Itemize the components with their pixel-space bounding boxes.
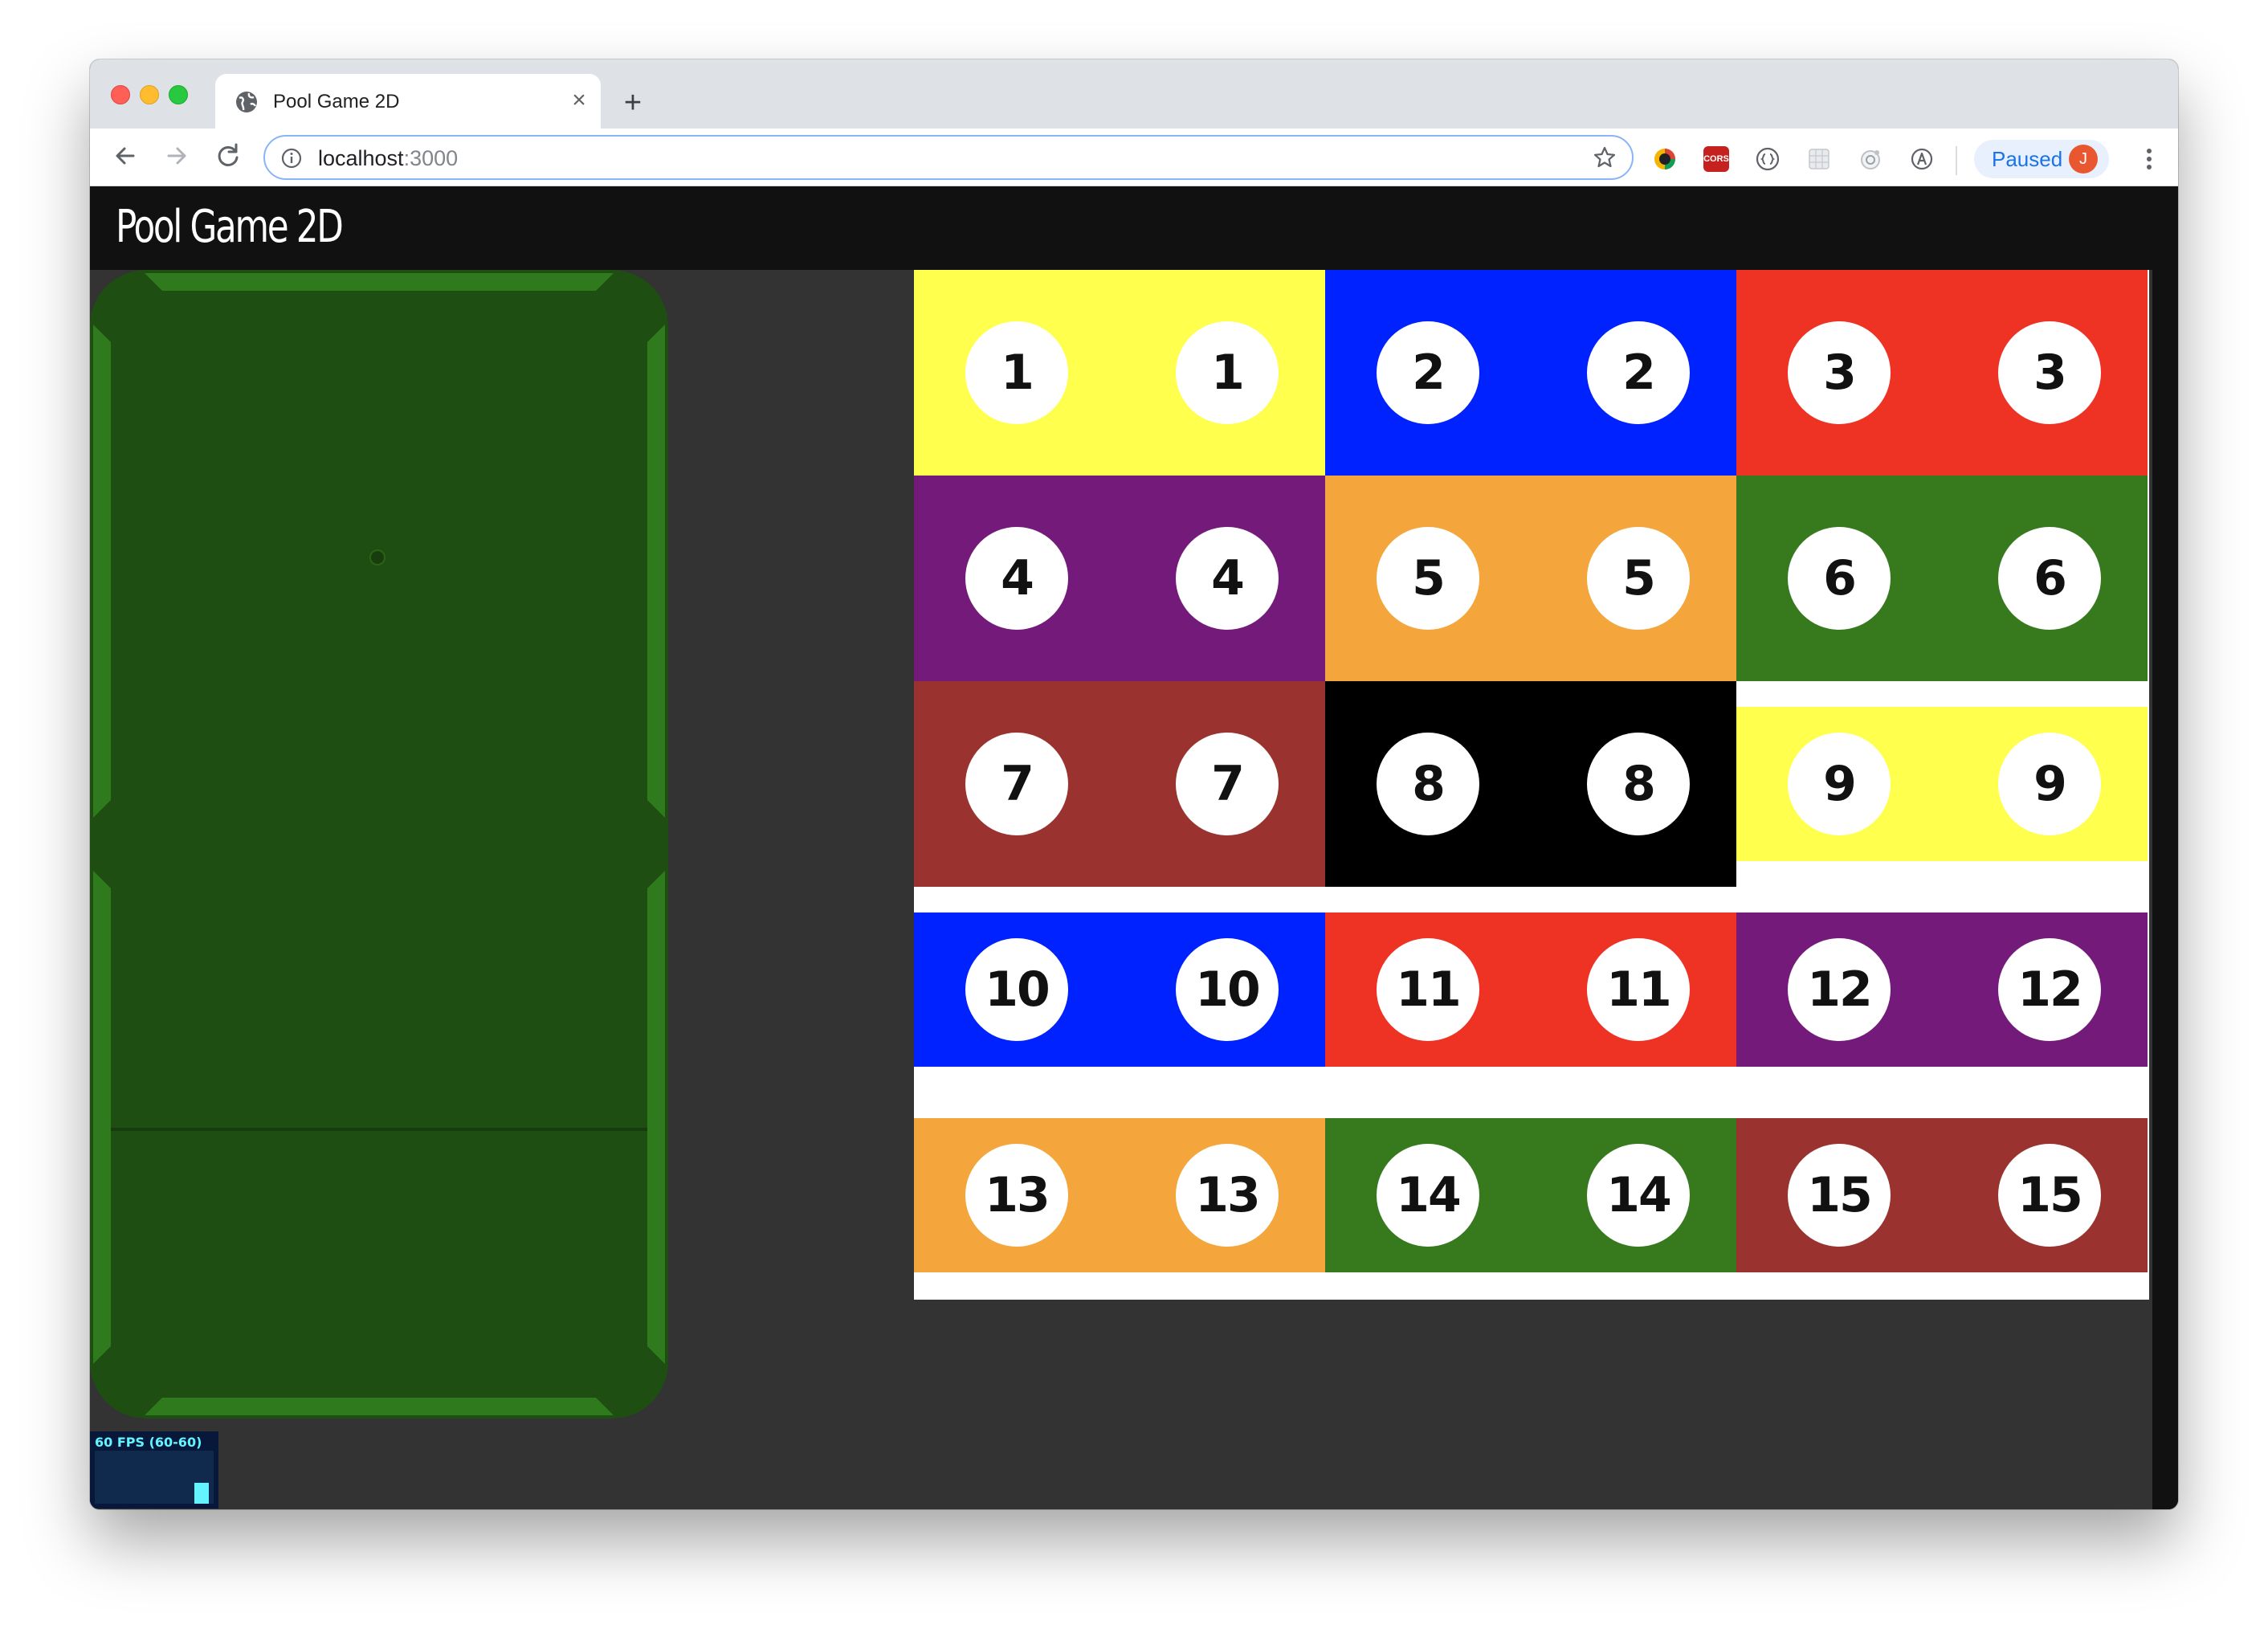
ball-number-13: 13 bbox=[965, 1144, 1068, 1247]
ball-number-3: 3 bbox=[1998, 321, 2101, 424]
ball-number-13: 13 bbox=[1176, 1144, 1279, 1247]
ball-number-15: 15 bbox=[1998, 1144, 2101, 1247]
ball-sprite-14: 14 14 bbox=[1325, 1118, 1736, 1272]
ball-number-4: 4 bbox=[1176, 527, 1279, 630]
ball-sprite-5: 55 bbox=[1325, 476, 1736, 681]
ball-number-7: 7 bbox=[1176, 733, 1279, 835]
fps-bar bbox=[194, 1482, 209, 1504]
globe-icon bbox=[236, 92, 257, 112]
right-upper-cushion bbox=[647, 325, 665, 818]
ball-sprite-1: 11 bbox=[914, 270, 1325, 476]
ball-sprite-10: 10 10 bbox=[914, 912, 1325, 1067]
browser-toolbar: localhost:3000 CORS Paused J bbox=[90, 129, 2178, 186]
ball-number-8: 8 bbox=[1587, 733, 1690, 835]
ball-number-1: 1 bbox=[1176, 321, 1279, 424]
ball-number-6: 6 bbox=[1998, 527, 2101, 630]
pool-table[interactable] bbox=[90, 270, 668, 1419]
tab-title: Pool Game 2D bbox=[273, 91, 400, 112]
ball-number-10: 10 bbox=[965, 938, 1068, 1041]
ball-sprite-6: 66 bbox=[1736, 476, 2148, 681]
top-cushion bbox=[145, 273, 614, 291]
left-upper-cushion bbox=[93, 325, 111, 818]
cue-ball-spot bbox=[369, 549, 385, 565]
tab-pool-game[interactable]: Pool Game 2D × bbox=[215, 74, 601, 129]
ball-sprite-13: 13 13 bbox=[914, 1118, 1325, 1272]
ball-sprite-4: 44 bbox=[914, 476, 1325, 681]
ball-number-3: 3 bbox=[1788, 321, 1891, 424]
profile-button[interactable]: Paused J bbox=[1974, 140, 2109, 178]
accessibility-extension-icon[interactable] bbox=[1909, 146, 1935, 172]
url-text: localhost:3000 bbox=[318, 146, 458, 170]
ball-number-5: 5 bbox=[1377, 527, 1479, 630]
fps-stats-panel[interactable]: 60 FPS (60-60) bbox=[90, 1431, 218, 1509]
json-extension-icon[interactable] bbox=[1755, 146, 1781, 172]
ball-number-4: 4 bbox=[965, 527, 1068, 630]
page-title: Pool Game 2D bbox=[116, 201, 344, 253]
tab-strip: Pool Game 2D × + bbox=[90, 59, 2178, 129]
ball-sprite-2: 22 bbox=[1325, 270, 1736, 476]
ball-sprite-12: 12 12 bbox=[1736, 912, 2148, 1067]
ball-number-9: 9 bbox=[1788, 733, 1891, 835]
ball-number-12: 12 bbox=[1998, 938, 2101, 1041]
browser-window: Pool Game 2D × + localhost:3000 CORS Pau… bbox=[90, 59, 2178, 1509]
maximize-window-button[interactable] bbox=[169, 85, 188, 104]
ball-sprite-8: 88 bbox=[1325, 681, 1736, 887]
ball-number-14: 14 bbox=[1377, 1144, 1479, 1247]
url-host: localhost bbox=[318, 146, 404, 170]
ball-number-2: 2 bbox=[1377, 321, 1479, 424]
info-icon[interactable] bbox=[281, 148, 302, 169]
close-tab-button[interactable]: × bbox=[565, 87, 593, 114]
ball-number-10: 10 bbox=[1176, 938, 1279, 1041]
ball-number-11: 11 bbox=[1587, 938, 1690, 1041]
url-port: :3000 bbox=[403, 146, 459, 170]
cors-extension-icon[interactable]: CORS bbox=[1703, 146, 1729, 172]
page-right-strip bbox=[2152, 270, 2178, 1509]
ball-number-14: 14 bbox=[1587, 1144, 1690, 1247]
forward-arrow-icon[interactable] bbox=[159, 138, 194, 174]
profile-status: Paused bbox=[1992, 147, 2063, 171]
star-icon[interactable] bbox=[1592, 145, 1617, 170]
new-tab-button[interactable]: + bbox=[617, 87, 649, 119]
table-felt[interactable] bbox=[90, 270, 668, 1419]
minimize-window-button[interactable] bbox=[140, 85, 159, 104]
ball-number-11: 11 bbox=[1377, 938, 1479, 1041]
color-extension-icon[interactable] bbox=[1652, 146, 1678, 172]
fps-graph bbox=[95, 1451, 214, 1504]
grid-extension-icon[interactable] bbox=[1806, 146, 1832, 172]
ball-number-15: 15 bbox=[1788, 1144, 1891, 1247]
camera-extension-icon[interactable] bbox=[1858, 146, 1883, 172]
ball-number-9: 9 bbox=[1998, 733, 2101, 835]
reload-icon[interactable] bbox=[210, 138, 246, 174]
bottom-cushion bbox=[145, 1398, 614, 1415]
right-lower-cushion bbox=[647, 871, 665, 1364]
close-window-button[interactable] bbox=[111, 85, 130, 104]
ball-sprite-9: 99 bbox=[1736, 707, 2148, 861]
ball-number-5: 5 bbox=[1587, 527, 1690, 630]
page-content: Pool Game 2D 1 1 2 2 3 3 4 4 5 5 6 6 7 7 8 8 9 9 10 10 11 11 1… bbox=[90, 186, 2178, 1509]
ball-number-8: 8 bbox=[1377, 733, 1479, 835]
address-bar[interactable]: localhost:3000 bbox=[263, 135, 1634, 180]
ball-sprite-7: 77 bbox=[914, 681, 1325, 887]
page-header: Pool Game 2D bbox=[90, 186, 2178, 270]
ball-number-12: 12 bbox=[1788, 938, 1891, 1041]
avatar: J bbox=[2069, 145, 2098, 174]
ball-sprite-sheet: 1 1 2 2 3 3 4 4 5 5 6 6 7 7 8 8 9 9 10 10 11 11 12 12 13 13 14 14 15… bbox=[914, 270, 2149, 1300]
kebab-menu-icon[interactable] bbox=[2140, 145, 2159, 174]
ball-number-1: 1 bbox=[965, 321, 1068, 424]
toolbar-divider bbox=[1956, 146, 1957, 175]
ball-sprite-15: 15 15 bbox=[1736, 1118, 2148, 1272]
left-lower-cushion bbox=[93, 871, 111, 1364]
fps-label: 60 FPS (60-60) bbox=[95, 1435, 202, 1450]
ball-number-7: 7 bbox=[965, 733, 1068, 835]
back-arrow-icon[interactable] bbox=[108, 138, 143, 174]
ball-sprite-3: 33 bbox=[1736, 270, 2148, 476]
ball-sprite-11: 11 11 bbox=[1325, 912, 1736, 1067]
ball-number-2: 2 bbox=[1587, 321, 1690, 424]
ball-number-6: 6 bbox=[1788, 527, 1891, 630]
